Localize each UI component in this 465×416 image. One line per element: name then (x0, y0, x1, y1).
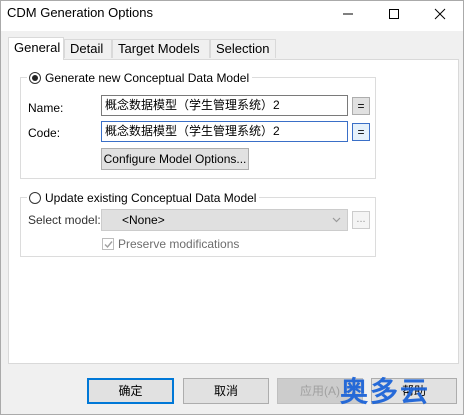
select-model-value: <None> (122, 213, 165, 227)
generate-new-label: Generate new Conceptual Data Model (45, 71, 250, 85)
update-existing-label: Update existing Conceptual Data Model (45, 191, 257, 205)
minimize-button[interactable] (325, 1, 371, 27)
generate-new-radio[interactable] (29, 72, 41, 84)
maximize-icon (389, 9, 399, 19)
code-field[interactable]: 概念数据模型（学生管理系统）2 (101, 121, 348, 142)
generate-new-legend[interactable]: Generate new Conceptual Data Model (27, 70, 253, 86)
chevron-down-icon (332, 217, 341, 223)
close-icon (434, 8, 446, 20)
name-equal-button[interactable]: = (352, 97, 370, 115)
browse-model-button[interactable]: ... (352, 211, 370, 229)
update-existing-radio[interactable] (29, 192, 41, 204)
name-field[interactable]: 概念数据模型（学生管理系统）2 (101, 95, 348, 116)
general-tab-panel: Generate new Conceptual Data Model Name:… (8, 59, 459, 364)
maximize-button[interactable] (371, 1, 417, 27)
name-label: Name: (28, 101, 64, 115)
cancel-button[interactable]: 取消 (183, 378, 269, 404)
close-button[interactable] (417, 1, 463, 27)
tab-selection[interactable]: Selection (210, 39, 276, 58)
dialog-window: CDM Generation Options General Detail Ta… (0, 0, 464, 415)
title-bar[interactable]: CDM Generation Options (1, 1, 463, 31)
ok-button[interactable]: 确定 (87, 378, 174, 404)
configure-model-options-button[interactable]: Configure Model Options... (101, 148, 249, 170)
update-existing-legend[interactable]: Update existing Conceptual Data Model (27, 190, 260, 206)
tab-detail[interactable]: Detail (64, 39, 112, 58)
checkmark-icon (104, 241, 113, 249)
window-title: CDM Generation Options (7, 5, 153, 20)
code-label: Code: (28, 126, 61, 140)
generate-new-group: Generate new Conceptual Data Model Name:… (20, 70, 376, 179)
preserve-modifications-label: Preserve modifications (118, 237, 240, 251)
tab-general[interactable]: General (8, 37, 64, 60)
select-model-label: Select model: (28, 213, 101, 227)
watermark-logo: 奥多云 (340, 375, 431, 408)
minimize-icon (343, 13, 353, 15)
select-model-dropdown[interactable]: <None> (101, 209, 348, 231)
code-equal-button[interactable]: = (352, 123, 370, 141)
preserve-modifications-checkbox[interactable] (102, 238, 114, 250)
update-existing-group: Update existing Conceptual Data Model Se… (20, 190, 376, 257)
tab-target-models[interactable]: Target Models (112, 39, 210, 58)
